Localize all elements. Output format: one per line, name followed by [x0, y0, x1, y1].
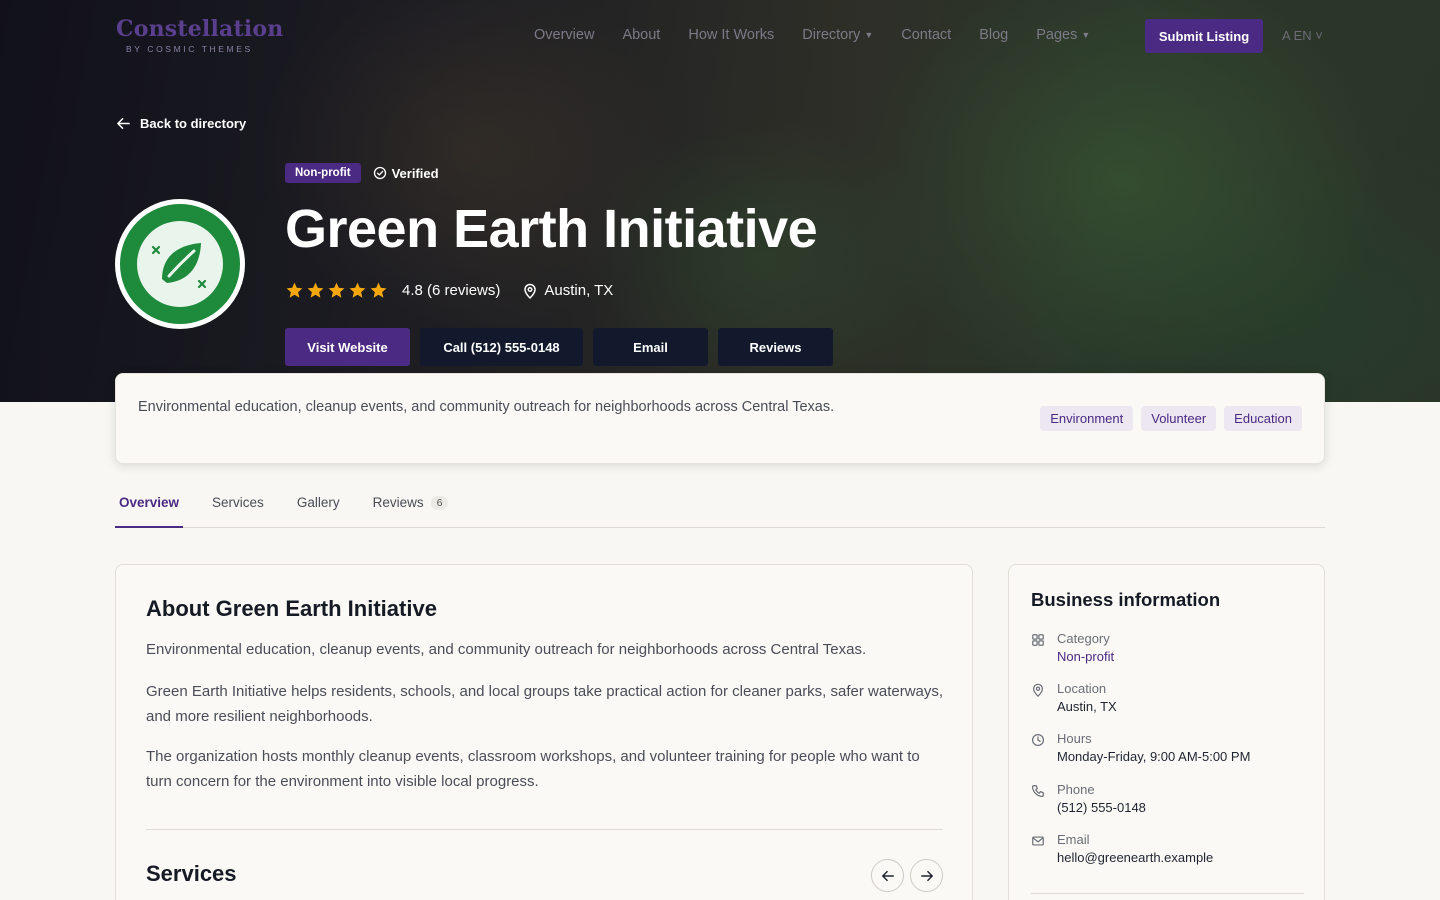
- grid-icon: [1032, 634, 1044, 646]
- business-info-heading: Business information: [1031, 589, 1221, 610]
- hero-banner: Constellation BY COSMIC THEMES Overview …: [0, 0, 1440, 402]
- info-email: Email hello@greenearth.example: [1031, 832, 1213, 865]
- star-icon: [328, 282, 345, 298]
- about-paragraph-3: The organization hosts monthly cleanup e…: [146, 748, 920, 790]
- location-label: Location: [1057, 681, 1107, 696]
- nav-about[interactable]: About: [622, 27, 660, 43]
- location-value: Austin, TX: [1057, 699, 1117, 714]
- hero-location: Austin, TX: [522, 282, 613, 299]
- tab-reviews[interactable]: Reviews 6: [369, 486, 453, 528]
- nav-blog[interactable]: Blog: [979, 27, 1008, 43]
- phone-label: Phone: [1057, 782, 1095, 797]
- info-location: Location Austin, TX: [1031, 681, 1117, 714]
- chevron-down-icon: ▼: [1081, 30, 1091, 40]
- mail-icon: [1032, 836, 1044, 846]
- hours-value: Monday-Friday, 9:00 AM-5:00 PM: [1057, 749, 1251, 764]
- brand-tagline: BY COSMIC THEMES: [126, 44, 253, 54]
- chevron-down-icon: ▼: [864, 30, 874, 40]
- category-label: Category: [1057, 631, 1110, 646]
- arrow-right-icon: [920, 870, 933, 881]
- services-prev-button[interactable]: [871, 859, 904, 892]
- visit-website-button[interactable]: Visit Website: [285, 328, 410, 366]
- language-label: EN: [1293, 28, 1312, 43]
- star-icon: [307, 282, 324, 298]
- services-heading: Services: [146, 861, 237, 886]
- map-pin-icon: [1033, 683, 1043, 697]
- about-paragraph-1: Environmental education, cleanup events,…: [146, 641, 867, 658]
- services-next-button[interactable]: [910, 859, 943, 892]
- about-paragraph-2: Green Earth Initiative helps residents, …: [146, 683, 944, 725]
- back-to-directory-link[interactable]: Back to directory: [116, 116, 246, 131]
- section-divider: [146, 829, 943, 830]
- reviews-button[interactable]: Reviews: [718, 328, 833, 366]
- tag-environment[interactable]: Environment: [1040, 406, 1134, 431]
- nav-directory-label: Directory: [802, 27, 861, 43]
- nav-how-it-works[interactable]: How It Works: [688, 27, 774, 43]
- organization-logo: [115, 199, 245, 329]
- chevron-down-icon: ˅: [1315, 28, 1323, 43]
- listing-tabs: Overview Services Gallery Reviews 6: [115, 486, 1325, 528]
- verified-status: Verified: [373, 166, 439, 181]
- leaf-icon: [151, 243, 207, 289]
- arrow-left-icon: [117, 118, 130, 129]
- info-hours: Hours Monday-Friday, 9:00 AM-5:00 PM: [1031, 731, 1250, 764]
- rating-text: 4.8 (6 reviews): [402, 282, 501, 299]
- star-icon: [370, 282, 387, 298]
- call-button[interactable]: Call (512) 555-0148: [420, 328, 583, 366]
- brand-logo[interactable]: Constellation BY COSMIC THEMES: [116, 16, 283, 54]
- listing-badges: Non-profit Verified: [285, 163, 439, 183]
- nav-contact[interactable]: Contact: [901, 27, 951, 43]
- rating-row: 4.8 (6 reviews) Austin, TX: [285, 281, 613, 300]
- tab-overview[interactable]: Overview: [115, 486, 184, 528]
- hours-label: Hours: [1057, 731, 1092, 746]
- sidebar-divider: [1031, 893, 1304, 894]
- action-buttons: Visit Website Call (512) 555-0148 Email …: [285, 328, 833, 366]
- category-badge: Non-profit: [285, 163, 361, 183]
- email-button[interactable]: Email: [593, 328, 708, 366]
- email-label: Email: [1057, 832, 1090, 847]
- tag-list: Environment Volunteer Education: [1040, 406, 1302, 431]
- nav-pages-label: Pages: [1036, 27, 1078, 43]
- phone-value[interactable]: (512) 555-0148: [1057, 800, 1146, 815]
- email-value[interactable]: hello@greenearth.example: [1057, 850, 1213, 865]
- about-heading: About Green Earth Initiative: [146, 596, 437, 621]
- summary-description: Environmental education, cleanup events,…: [138, 399, 835, 415]
- star-icon: [349, 282, 366, 298]
- tag-education[interactable]: Education: [1224, 406, 1302, 431]
- location-label: Austin, TX: [544, 282, 614, 299]
- language-selector[interactable]: A EN ˅: [1282, 28, 1323, 43]
- info-category: Category Non-profit: [1031, 631, 1114, 664]
- about-card: About Green Earth Initiative Environment…: [115, 564, 973, 900]
- star-rating: [285, 281, 388, 300]
- clock-icon: [1031, 733, 1045, 747]
- nav-overview[interactable]: Overview: [534, 27, 594, 43]
- globe-icon: A: [1282, 28, 1290, 43]
- tab-gallery[interactable]: Gallery: [293, 486, 344, 528]
- star-icon: [286, 282, 303, 298]
- phone-icon: [1031, 785, 1044, 798]
- business-info-card: Business information Category Non-profit…: [1008, 564, 1325, 900]
- nav-directory[interactable]: Directory ▼: [802, 27, 873, 43]
- arrow-left-icon: [881, 870, 894, 881]
- tab-reviews-label: Reviews: [372, 495, 424, 510]
- back-label: Back to directory: [140, 116, 247, 131]
- map-pin-icon: [524, 283, 537, 299]
- summary-card: Environmental education, cleanup events,…: [115, 373, 1325, 464]
- brand-name: Constellation: [116, 16, 284, 42]
- page-title: Green Earth Initiative: [285, 199, 818, 259]
- reviews-count-badge: 6: [430, 496, 449, 510]
- main-nav: Overview About How It Works Directory ▼ …: [534, 27, 1118, 43]
- info-phone: Phone (512) 555-0148: [1031, 782, 1146, 815]
- verified-label: Verified: [391, 165, 439, 181]
- tab-services[interactable]: Services: [208, 486, 268, 528]
- nav-pages[interactable]: Pages ▼: [1036, 27, 1090, 43]
- check-circle-icon: [373, 166, 386, 180]
- category-value[interactable]: Non-profit: [1057, 649, 1114, 664]
- submit-listing-button[interactable]: Submit Listing: [1145, 19, 1263, 53]
- tag-volunteer[interactable]: Volunteer: [1141, 406, 1217, 431]
